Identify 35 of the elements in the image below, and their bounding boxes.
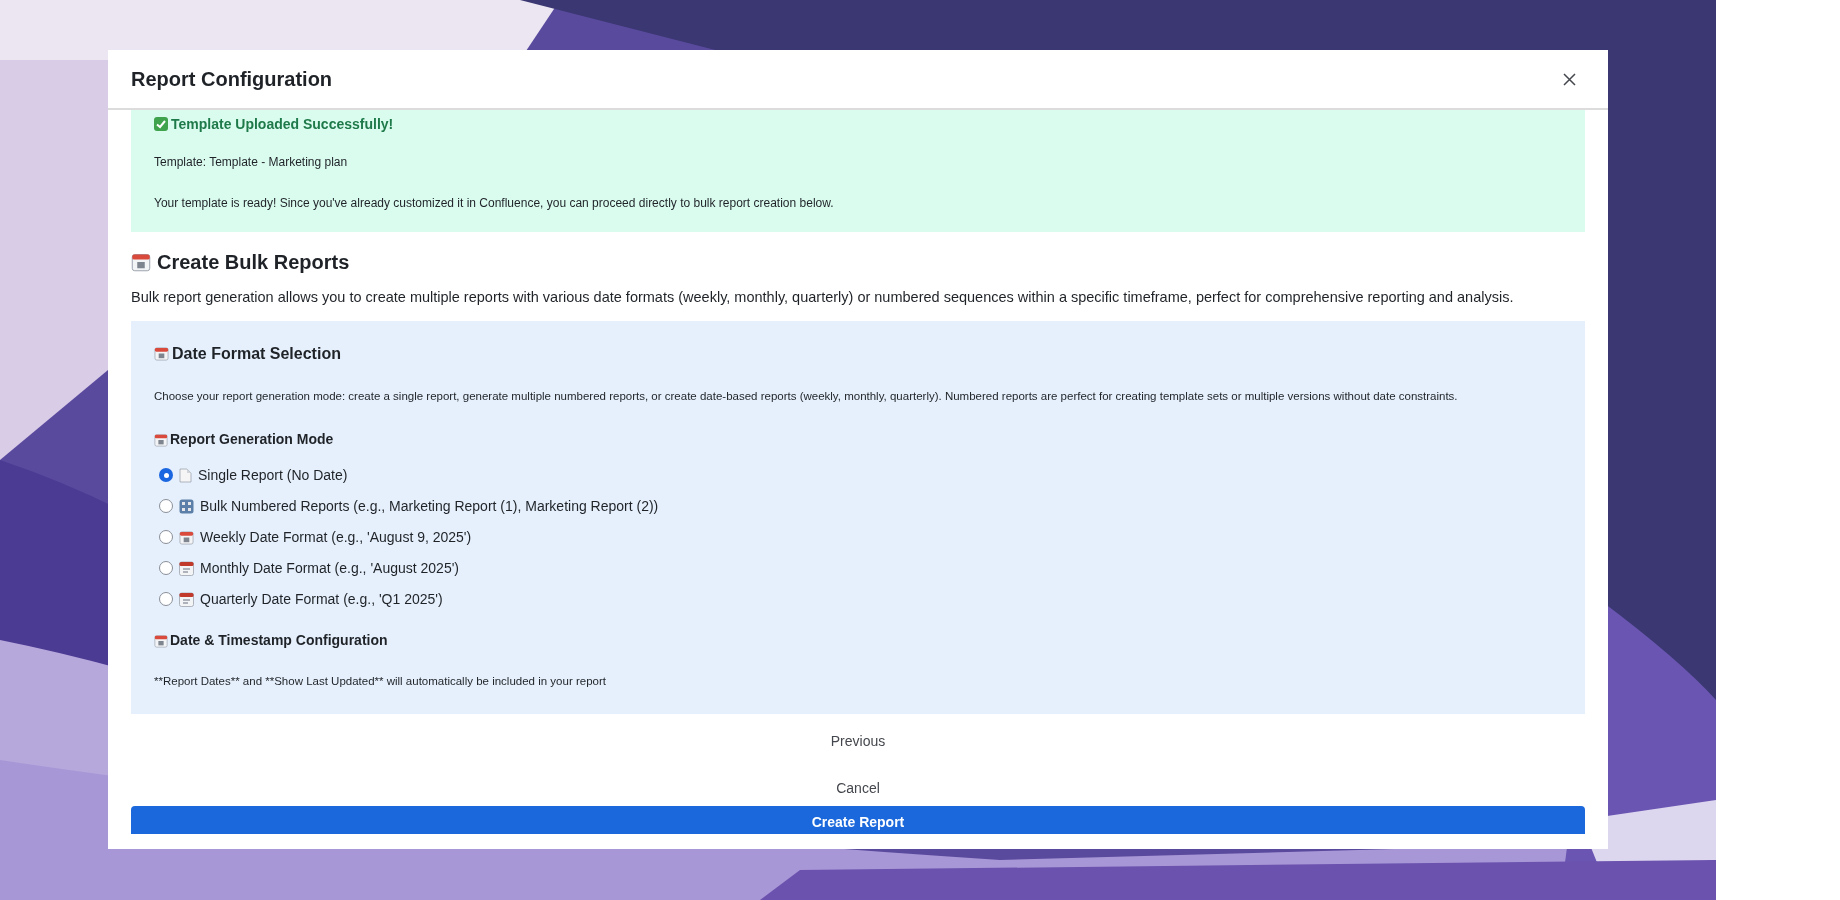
check-icon bbox=[154, 117, 168, 131]
calendar-icon bbox=[154, 633, 168, 648]
option-label: Single Report (No Date) bbox=[198, 465, 348, 485]
calendar-icon bbox=[179, 560, 194, 576]
option-label: Monthly Date Format (e.g., 'August 2025') bbox=[200, 558, 460, 578]
timestamp-label: Date & Timestamp Configuration bbox=[170, 631, 388, 650]
numbers-icon bbox=[179, 498, 194, 514]
calendar-icon bbox=[131, 252, 151, 272]
calendar-icon bbox=[154, 432, 168, 447]
option-label: Quarterly Date Format (e.g., 'Q1 2025') bbox=[200, 589, 443, 609]
radio-button[interactable] bbox=[159, 468, 173, 482]
section-title: Create Bulk Reports bbox=[157, 250, 350, 275]
radio-button[interactable] bbox=[159, 499, 173, 513]
success-title: Template Uploaded Successfully! bbox=[171, 114, 394, 134]
radio-button[interactable] bbox=[159, 530, 173, 544]
section-description: Bulk report generation allows you to create multiple reports with various date formats (weekly, monthly, quarterly) or numbered sequences within a specific timeframe, perfect for comprehensive reporting and analysis. bbox=[131, 288, 1515, 307]
panel-title: Date Format Selection bbox=[172, 343, 341, 364]
document-icon bbox=[179, 467, 192, 483]
radio-button[interactable] bbox=[159, 592, 173, 606]
previous-button[interactable]: Previous bbox=[822, 728, 894, 755]
calendar-icon bbox=[154, 346, 169, 362]
option-label: Bulk Numbered Reports (e.g., Marketing Report (1), Marketing Report (2)) bbox=[200, 496, 659, 516]
cancel-button[interactable]: Cancel bbox=[828, 775, 888, 802]
create-report-button[interactable]: Create Report bbox=[131, 806, 1585, 835]
panel-description: Choose your report generation mode: create a single report, generate multiple numbered reports, or create date-based reports (weekly, monthly, quarterly). Numbered reports are perfect for creating template sets or multiple versions without date constraints. bbox=[154, 388, 1459, 404]
calendar-icon bbox=[179, 591, 194, 607]
mode-label: Report Generation Mode bbox=[170, 430, 334, 449]
template-name: Template: Template - Marketing plan bbox=[154, 154, 349, 171]
close-icon bbox=[1562, 72, 1576, 86]
dialog-title: Report Configuration bbox=[131, 67, 333, 92]
option-label: Weekly Date Format (e.g., 'August 9, 2025') bbox=[200, 527, 472, 547]
radio-button[interactable] bbox=[159, 561, 173, 575]
success-message: Your template is ready! Since you've already customized it in Confluence, you can proceed directly to bulk report creation below. bbox=[154, 195, 835, 212]
calendar-icon bbox=[179, 529, 194, 545]
timestamp-note: **Report Dates** and **Show Last Updated** will automatically be included in your report bbox=[154, 674, 607, 689]
